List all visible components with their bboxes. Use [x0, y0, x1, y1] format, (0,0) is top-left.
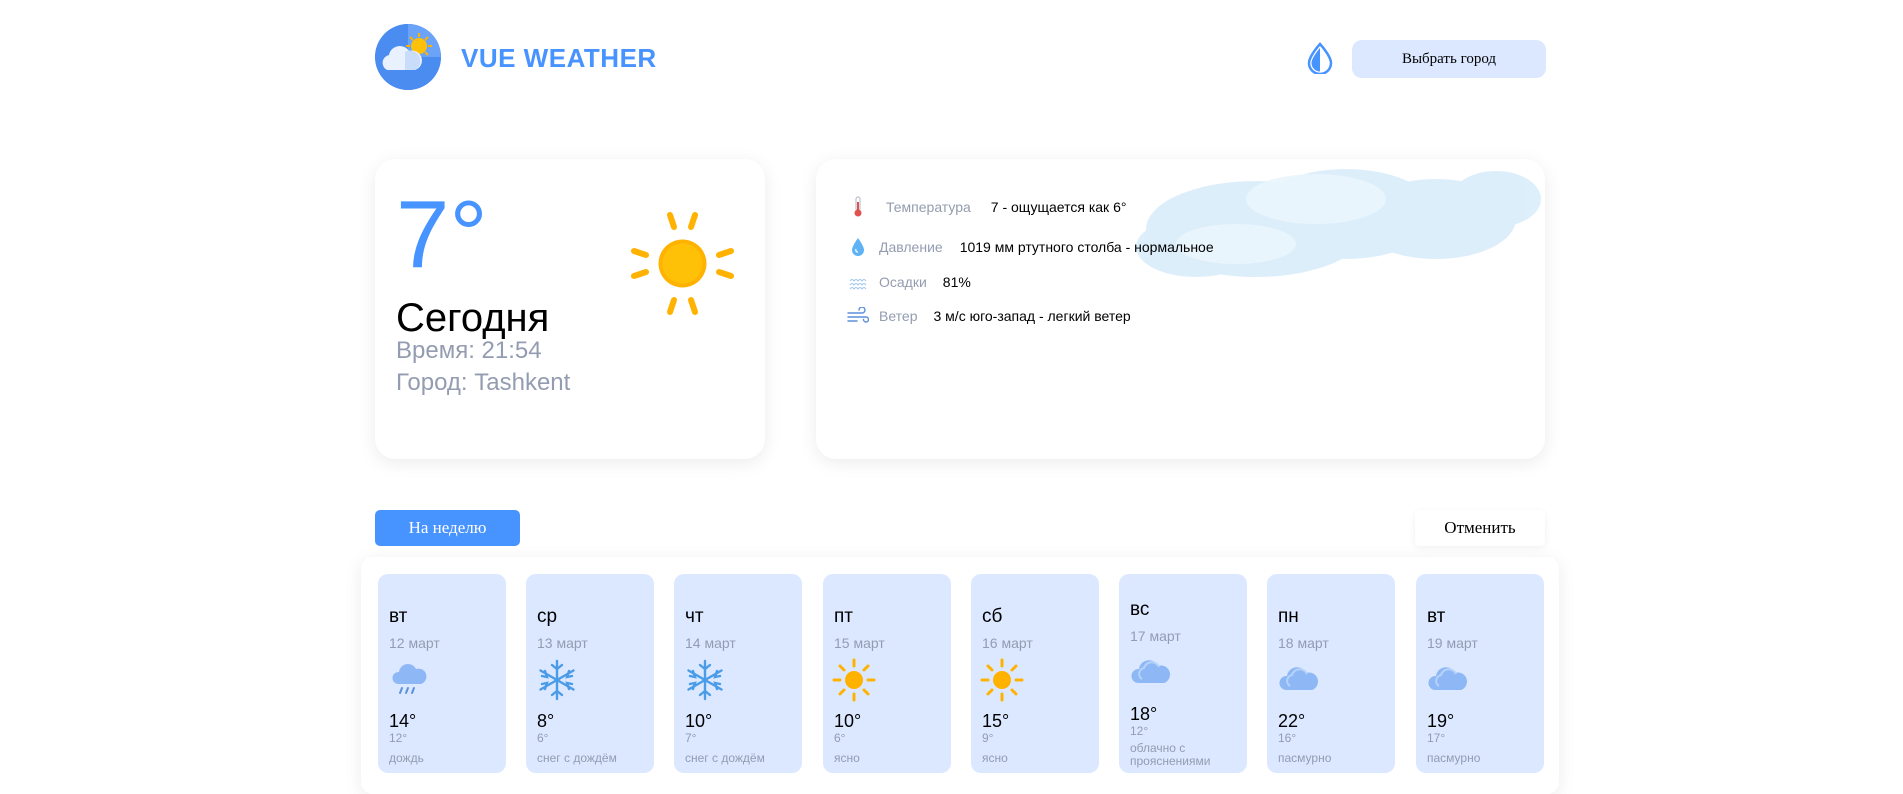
forecast-high: 14° [389, 711, 417, 731]
forecast-date: 15 март [834, 635, 885, 651]
forecast-card[interactable]: вт 12 март 14° 12° дождь [378, 574, 506, 773]
forecast-description: снег с дождём [685, 751, 765, 765]
forecast-date: 12 март [389, 635, 440, 651]
cloud-icon [1274, 656, 1322, 704]
forecast-day: вс [1130, 599, 1150, 620]
temperature-label: Температура [886, 199, 971, 215]
wind-label: Ветер [879, 308, 918, 324]
forecast-card[interactable]: пт 15 март 10° 6° ясно [823, 574, 951, 773]
forecast-description: облачно с прояснениями [1130, 741, 1211, 768]
forecast-low: 9° [982, 731, 994, 745]
current-time: Время: 21:54 [396, 337, 542, 364]
forecast-date: 16 март [982, 635, 1033, 651]
cloud-icon [1126, 649, 1174, 697]
forecast-high: 19° [1427, 711, 1455, 731]
forecast-high: 15° [982, 711, 1010, 731]
forecast-date: 14 март [685, 635, 736, 651]
forecast-description: ясно [982, 751, 1008, 765]
sun-icon [830, 656, 878, 704]
forecast-low: 16° [1278, 731, 1297, 745]
forecast-low: 12° [389, 731, 408, 745]
forecast-day: пн [1278, 606, 1299, 627]
forecast-card[interactable]: вс 17 март 18° 12° облачно с прояснениям… [1119, 574, 1247, 773]
precipitation-value: 81% [942, 274, 971, 290]
forecast-card[interactable]: вт 19 март 19° 17° пасмурно [1416, 574, 1544, 773]
cloud-icon [1423, 656, 1471, 704]
cloud-icon [1116, 159, 1545, 299]
today-card: 7° Сегодня Время: 21:54 Город: Tashkent [375, 159, 765, 459]
snowflake-icon [681, 656, 729, 704]
detail-pressure: Давление 1019 мм ртутного столба - норма… [846, 235, 1214, 259]
pressure-value: 1019 мм ртутного столба - нормальное [959, 239, 1214, 255]
forecast-description: ясно [834, 751, 860, 765]
forecast-low: 12° [1130, 724, 1149, 738]
wind-value: 3 м/с юго-запад - легкий ветер [933, 308, 1131, 324]
forecast-card[interactable]: пн 18 март 22° 16° пасмурно [1267, 574, 1395, 773]
forecast-low: 17° [1427, 731, 1446, 745]
forecast-high: 10° [685, 711, 713, 731]
detail-wind: Ветер 3 м/с юго-запад - легкий ветер [846, 304, 1131, 328]
weather-details-card: Температура 7 - ощущается как 6° Давлени… [816, 159, 1545, 459]
forecast-day: пт [834, 606, 853, 627]
current-city: Город: Tashkent [396, 369, 571, 396]
rain-cloud-icon [385, 656, 433, 704]
forecast-day: ср [537, 606, 558, 627]
forecast-day: сб [982, 606, 1003, 627]
detail-precipitation: Осадки 81% [846, 270, 971, 294]
forecast-description: пасмурно [1278, 751, 1332, 765]
forecast-high: 18° [1130, 704, 1158, 724]
cloud-sun-icon[interactable] [375, 24, 441, 90]
forecast-description: снег с дождём [537, 751, 617, 765]
forecast-day: вт [1427, 606, 1446, 627]
week-button[interactable]: На неделю [375, 510, 520, 546]
forecast-card[interactable]: ср 13 март 8° 6° снег с дождём [526, 574, 654, 773]
select-city-button[interactable]: Выбрать город [1352, 40, 1546, 78]
forecast-low: 7° [685, 731, 697, 745]
current-temperature: 7° [396, 181, 488, 288]
forecast-panel: вт 12 март 14° 12° дождь ср 13 март 8° 6… [361, 557, 1559, 794]
precipitation-icon [846, 270, 870, 294]
thermometer-icon [846, 195, 870, 219]
precipitation-label: Осадки [879, 274, 927, 290]
forecast-date: 19 март [1427, 635, 1478, 651]
snowflake-icon [533, 656, 581, 704]
header: VUE WEATHER Выбрать город [375, 24, 1546, 90]
forecast-date: 13 март [537, 635, 588, 651]
forecast-card[interactable]: сб 16 март 15° 9° ясно [971, 574, 1099, 773]
forecast-low: 6° [834, 731, 846, 745]
forecast-low: 6° [537, 731, 549, 745]
cancel-button[interactable]: Отменить [1415, 510, 1545, 546]
forecast-high: 10° [834, 711, 862, 731]
forecast-description: пасмурно [1427, 751, 1481, 765]
forecast-date: 17 март [1130, 628, 1181, 644]
forecast-high: 8° [537, 711, 555, 731]
forecast-day: чт [685, 606, 704, 627]
sun-icon [620, 201, 745, 326]
forecast-date: 18 март [1278, 635, 1329, 651]
temperature-value: 7 - ощущается как 6° [990, 199, 1127, 215]
today-label: Сегодня [396, 296, 550, 340]
pressure-label: Давление [879, 239, 943, 255]
wind-icon [846, 304, 870, 328]
forecast-day: вт [389, 606, 408, 627]
forecast-description: дождь [389, 751, 424, 765]
water-drop-icon [846, 235, 870, 259]
brand-title: VUE WEATHER [461, 43, 657, 73]
forecast-high: 22° [1278, 711, 1306, 731]
sun-icon [978, 656, 1026, 704]
forecast-card[interactable]: чт 14 март 10° 7° снег с дождём [674, 574, 802, 773]
drop-icon[interactable] [1305, 42, 1335, 76]
detail-temperature: Температура 7 - ощущается как 6° [846, 195, 1126, 219]
